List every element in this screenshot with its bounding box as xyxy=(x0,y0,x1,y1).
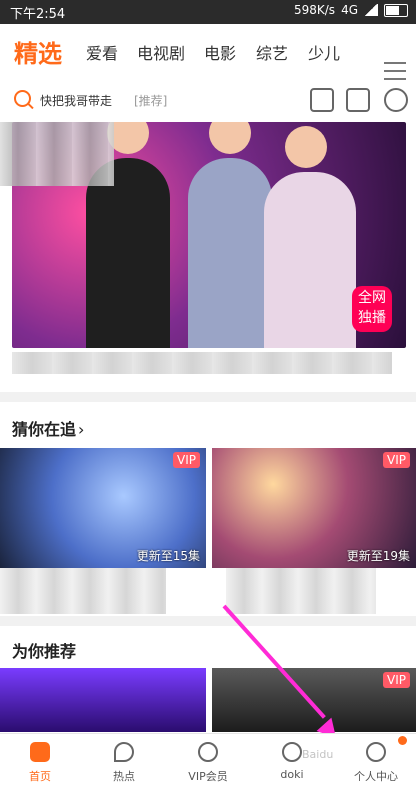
vip-badge: VIP xyxy=(383,452,410,468)
nav-doki[interactable]: doki xyxy=(252,734,332,789)
search-icon xyxy=(14,90,31,107)
status-speed: 598K/s xyxy=(293,3,336,17)
home-icon xyxy=(30,742,50,762)
tab-aikan[interactable]: 爱看 xyxy=(86,40,118,64)
nav-home[interactable]: 首页 xyxy=(0,734,80,789)
nav-vip[interactable]: VIP会员 xyxy=(168,734,248,789)
tab-jingxuan[interactable]: 精选 xyxy=(14,34,62,69)
status-time: 下午2:54 xyxy=(10,7,66,22)
search-hint: [推荐] xyxy=(134,94,168,108)
recommend-item-1[interactable] xyxy=(0,668,206,732)
battery-icon xyxy=(384,3,408,17)
tab-tv[interactable]: 电视剧 xyxy=(137,40,185,64)
flame-icon xyxy=(114,742,134,762)
game-icon[interactable] xyxy=(310,88,334,112)
performer-head xyxy=(285,126,327,168)
performer-left xyxy=(86,122,170,348)
following-item-2[interactable]: VIP 更新至19集 xyxy=(212,448,416,568)
episode-text: 更新至15集 xyxy=(136,549,200,563)
section-recommend-label: 为你推荐 xyxy=(12,642,77,661)
following-title-blurred-1 xyxy=(0,568,166,614)
bottom-nav: 首页 热点 VIP会员 doki 个人中心 xyxy=(0,733,416,789)
download-icon[interactable] xyxy=(346,88,370,112)
divider xyxy=(0,392,416,402)
nav-hot-label: 热点 xyxy=(113,770,135,783)
heart-icon xyxy=(282,742,302,762)
top-tabs: 精选 爱看 电视剧 电影 综艺 少儿 xyxy=(0,24,416,80)
nav-hot[interactable]: 热点 xyxy=(84,734,164,789)
banner-title-blurred xyxy=(12,352,392,374)
nav-doki-label: doki xyxy=(280,768,304,781)
history-icon[interactable] xyxy=(384,88,408,112)
status-right: 598K/s 4G xyxy=(294,3,408,17)
star-icon xyxy=(198,742,218,762)
badge-line1: 全网 xyxy=(358,290,386,306)
nav-home-label: 首页 xyxy=(29,770,51,783)
blurred-overlay xyxy=(0,122,114,186)
exclusive-badge: 全网 独播 xyxy=(352,286,392,332)
performer-right xyxy=(264,126,356,348)
performer-center xyxy=(188,122,272,348)
badge-line2: 独播 xyxy=(358,310,386,326)
notification-dot xyxy=(398,736,407,745)
user-icon xyxy=(366,742,386,762)
status-network: 4G xyxy=(341,3,358,17)
signal-icon xyxy=(364,4,378,16)
nav-profile-label: 个人中心 xyxy=(354,770,398,783)
watermark: Baidu xyxy=(302,748,334,761)
menu-icon[interactable] xyxy=(384,60,406,82)
recommend-item-2[interactable]: VIP xyxy=(212,668,416,732)
following-title-blurred-2 xyxy=(226,568,376,614)
tab-kids[interactable]: 少儿 xyxy=(308,40,340,64)
divider xyxy=(0,616,416,626)
episode-text: 更新至19集 xyxy=(346,549,410,563)
following-item-1[interactable]: VIP 更新至15集 xyxy=(0,448,206,568)
chevron-right-icon: › xyxy=(78,420,85,439)
tab-variety[interactable]: 综艺 xyxy=(256,40,288,64)
status-bar: 下午2:54 598K/s 4G xyxy=(0,0,416,24)
section-following-title[interactable]: 猜你在追 › xyxy=(12,416,84,440)
vip-badge: VIP xyxy=(383,672,410,688)
section-recommend-title: 为你推荐 xyxy=(12,638,76,662)
nav-vip-label: VIP会员 xyxy=(188,770,228,783)
section-following-label: 猜你在追 xyxy=(12,420,77,439)
tab-movie[interactable]: 电影 xyxy=(204,40,236,64)
search-text: 快把我哥带走 xyxy=(40,94,113,108)
vip-badge: VIP xyxy=(173,452,200,468)
